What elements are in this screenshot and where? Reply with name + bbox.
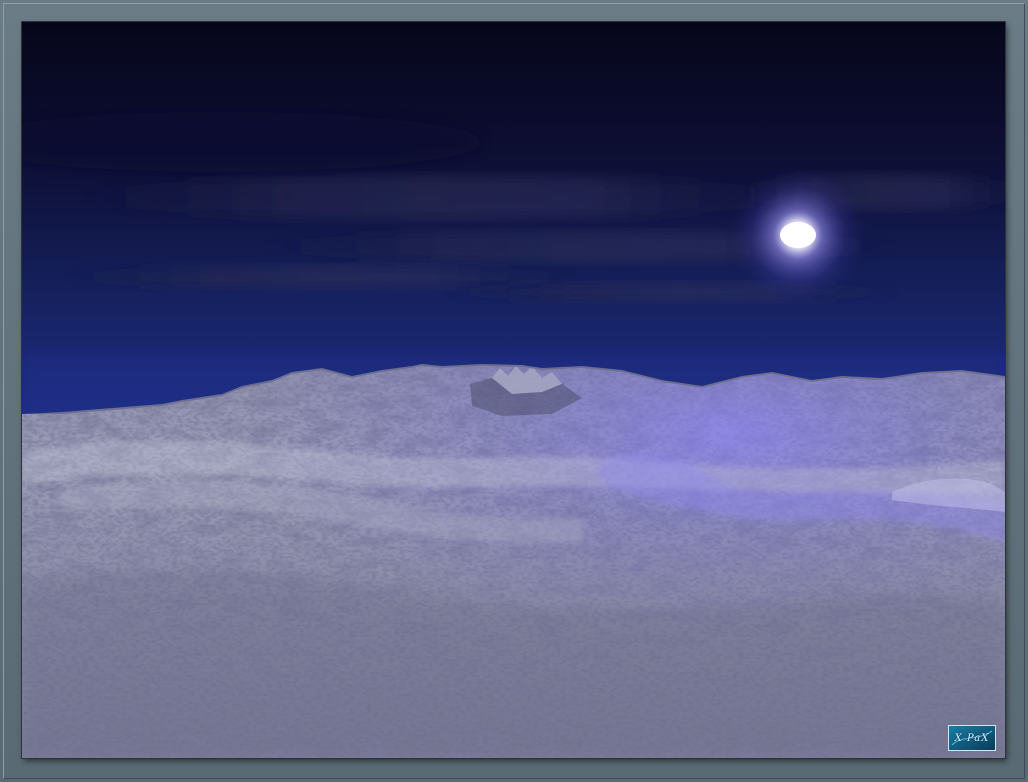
moon — [780, 222, 816, 248]
picture-frame: X PaX — [0, 0, 1028, 782]
landscape-render — [22, 22, 1005, 758]
night-landscape: X PaX — [22, 22, 1005, 758]
artist-watermark: X PaX — [948, 725, 996, 751]
watermark-text: X PaX — [954, 732, 990, 744]
